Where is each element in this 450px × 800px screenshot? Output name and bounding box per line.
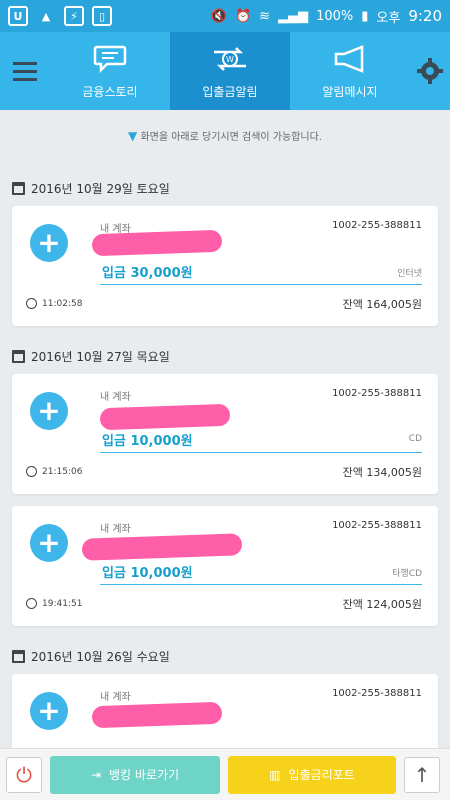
calendar-icon xyxy=(12,181,25,195)
scroll-top-button[interactable]: ↑ xyxy=(404,756,440,793)
balance: 잔액 134,005원 xyxy=(342,466,422,479)
banking-shortcut-label: 뱅킹 바로가기 xyxy=(109,768,180,782)
clock-time: 9:20 xyxy=(408,7,442,25)
date-header: 2016년 10월 26일 수요일 xyxy=(0,638,450,674)
time-label: 19:41:51 xyxy=(42,598,83,609)
divider xyxy=(100,452,422,453)
hint-text: 화면을 아래로 당기시면 검색이 가능합니다. xyxy=(140,132,322,143)
time-row: 21:15:06 xyxy=(26,466,82,477)
plus-icon[interactable]: + xyxy=(30,224,68,262)
menu-icon[interactable] xyxy=(0,32,50,110)
gear-icon[interactable] xyxy=(410,32,450,110)
amount: 입금 10,000원 xyxy=(102,566,193,581)
flash-notification-icon: ⚡ xyxy=(64,6,84,26)
transaction-card[interactable]: + 내 계좌 1002-255-388811 입금 10,000원 CD 21:… xyxy=(12,374,438,494)
tab-deposit-alert[interactable]: W 입출금알림 xyxy=(170,32,290,110)
tab-alert-message[interactable]: 알림메시지 xyxy=(290,32,410,110)
megaphone-icon xyxy=(330,43,370,75)
transaction-card[interactable]: + 내 계좌 1002-255-388811 입금 10,000원 타행CD 1… xyxy=(12,506,438,626)
banking-shortcut-button[interactable]: ⇥ 뱅킹 바로가기 xyxy=(50,755,220,794)
account-number: 1002-255-388811 xyxy=(332,688,422,699)
report-label: 입출금리포트 xyxy=(288,768,355,782)
wifi-icon: ≋ xyxy=(259,8,271,24)
account-label: 내 계좌 xyxy=(100,524,131,535)
tab-header: 금융스토리 W 입출금알림 알림메시지 xyxy=(0,32,450,110)
tab-financial-story[interactable]: 금융스토리 xyxy=(50,32,170,110)
tab-label: 알림메시지 xyxy=(322,84,378,99)
ampm-label: 오후 xyxy=(376,10,401,26)
account-number: 1002-255-388811 xyxy=(332,520,422,531)
time-label: 21:15:06 xyxy=(42,466,83,477)
alarm-icon: ⏰ xyxy=(234,8,252,24)
time-row: 11:02:58 xyxy=(26,298,82,309)
redaction-mark xyxy=(99,403,231,431)
exchange-icon: W xyxy=(210,43,250,75)
account-label: 내 계좌 xyxy=(100,692,131,703)
account-number: 1002-255-388811 xyxy=(332,388,422,399)
bottom-bar: ⏻ ⇥ 뱅킹 바로가기 ▥ 입출금리포트 ↑ xyxy=(0,748,450,800)
mute-icon: 🔇 xyxy=(210,8,227,24)
memo: 인터넷 xyxy=(397,269,422,279)
amount: 입금 30,000원 xyxy=(102,266,193,281)
plus-icon[interactable]: + xyxy=(30,524,68,562)
amount: 입금 10,000원 xyxy=(102,434,193,449)
app-notification-icon: U xyxy=(8,6,28,26)
plus-icon[interactable]: + xyxy=(30,392,68,430)
date-label: 2016년 10월 29일 토요일 xyxy=(31,181,170,196)
clock-icon xyxy=(26,466,37,477)
battery-percent: 100% xyxy=(316,8,354,24)
date-label: 2016년 10월 26일 수요일 xyxy=(31,649,170,664)
divider xyxy=(100,284,422,285)
chevron-down-icon: ▼ xyxy=(128,129,138,143)
memo: 타행CD xyxy=(392,569,422,579)
transaction-card[interactable]: + 내 계좌 1002-255-388811 입금 30,000원 인터넷 11… xyxy=(12,206,438,326)
arrow-up-icon: ↑ xyxy=(413,762,431,787)
memo: CD xyxy=(408,434,422,444)
transaction-list[interactable]: 2016년 10월 29일 토요일 + 내 계좌 1002-255-388811… xyxy=(0,170,450,800)
bar-chart-icon: ▥ xyxy=(269,767,281,782)
signal-icon: ▂▄▆ xyxy=(278,8,309,24)
account-label: 내 계좌 xyxy=(100,392,131,403)
power-icon: ⏻ xyxy=(16,762,32,787)
plus-icon[interactable]: + xyxy=(30,692,68,730)
redaction-mark xyxy=(91,229,223,257)
clock-icon xyxy=(26,598,37,609)
time-label: 11:02:58 xyxy=(42,298,83,309)
report-button[interactable]: ▥ 입출금리포트 xyxy=(228,755,396,794)
cleaner-notification-icon: ▲ xyxy=(41,9,51,23)
chat-bubble-icon xyxy=(90,43,130,75)
redaction-mark xyxy=(81,533,243,561)
exit-icon: ⇥ xyxy=(90,767,101,782)
account-number: 1002-255-388811 xyxy=(332,220,422,231)
tab-label: 입출금알림 xyxy=(202,84,258,99)
date-label: 2016년 10월 27일 목요일 xyxy=(31,349,170,364)
status-bar: U ▲ ⚡ ▯ 🔇 ⏰ ≋ ▂▄▆ 100% ▮ 오후 9:20 xyxy=(0,0,450,32)
redaction-mark xyxy=(91,701,223,729)
clock-icon xyxy=(26,298,37,309)
calendar-icon xyxy=(12,649,25,663)
balance: 잔액 124,005원 xyxy=(342,598,422,611)
phone-notification-icon: ▯ xyxy=(92,6,112,26)
time-row: 19:41:51 xyxy=(26,598,82,609)
pull-to-search-hint: ▼ 화면을 아래로 당기시면 검색이 가능합니다. xyxy=(0,128,450,143)
calendar-icon xyxy=(12,349,25,363)
date-header: 2016년 10월 29일 토요일 xyxy=(0,170,450,206)
divider xyxy=(100,584,422,585)
tab-label: 금융스토리 xyxy=(82,84,138,99)
balance: 잔액 164,005원 xyxy=(342,298,422,311)
svg-text:W: W xyxy=(226,55,234,64)
date-header: 2016년 10월 27일 목요일 xyxy=(0,338,450,374)
battery-icon: ▮ xyxy=(361,8,369,24)
power-button[interactable]: ⏻ xyxy=(6,756,42,793)
